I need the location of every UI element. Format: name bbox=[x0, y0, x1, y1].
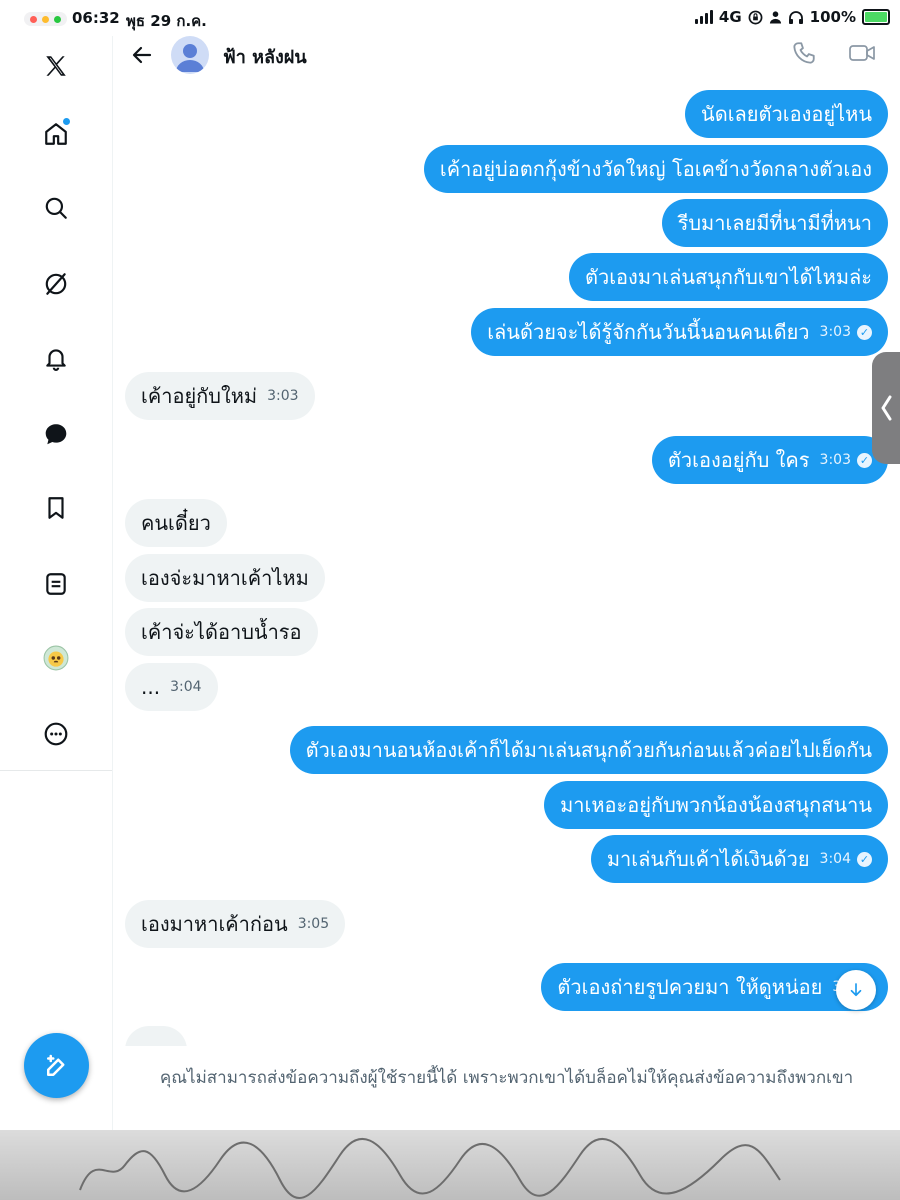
person-icon bbox=[769, 11, 781, 24]
conversation-header: ฟ้า หลังฝน bbox=[113, 36, 900, 88]
message-bubble-outgoing[interactable]: นัดเลยตัวเองอยู่ไหน bbox=[685, 90, 888, 138]
profile-avatar-icon bbox=[43, 645, 69, 671]
nav-more[interactable] bbox=[34, 712, 78, 756]
read-check-icon: ✓ bbox=[857, 851, 872, 867]
message-bubble-outgoing[interactable]: ตัวเองอยู่กับ ใคร 3:03 ✓ bbox=[651, 436, 888, 484]
compose-icon bbox=[46, 1054, 64, 1076]
nav-bookmarks[interactable] bbox=[34, 486, 78, 530]
message-time: 3:03 bbox=[819, 452, 851, 468]
blocked-notice-text: คุณไม่สามารถส่งข้อความถึงผู้ใช้รายนี้ได้… bbox=[159, 1068, 854, 1088]
contact-name[interactable]: ฟ้า หลังฝน bbox=[223, 42, 307, 71]
scroll-to-bottom-button[interactable] bbox=[836, 970, 876, 1010]
message-time: 3:05 bbox=[297, 916, 330, 932]
message-text: เค้าอยู่บ่อตกกุ้งข้างวัดใหญ่ โอเคข้างวัด… bbox=[439, 157, 872, 181]
message-bubble-incoming[interactable]: เค้าจ่ะได้อาบน้ำรอ bbox=[125, 608, 318, 656]
message-bubble-incoming[interactable]: ... 3:04 bbox=[125, 663, 218, 711]
nav-messages[interactable] bbox=[34, 412, 78, 456]
new-message-button[interactable] bbox=[24, 1033, 89, 1098]
message-time: 3:03 bbox=[819, 324, 851, 340]
sidebar-divider bbox=[0, 770, 112, 771]
message-text: เล่นด้วยจะได้รู้จักกันวันนี้นอนคนเดียว bbox=[487, 320, 810, 344]
window-dots[interactable] bbox=[24, 12, 67, 26]
message-text: เค้าจ่ะได้อาบน้ำรอ bbox=[141, 620, 302, 644]
status-date: พุธ 29 ก.ค. bbox=[126, 12, 207, 30]
battery-icon bbox=[862, 9, 890, 25]
message-bubble-incoming[interactable]: เองมาหาเค้าก่อน 3:05 bbox=[125, 900, 346, 948]
message-text: มาเหอะอยู่กับพวกน้องน้องสนุกสนาน bbox=[560, 793, 872, 817]
nav-grok[interactable] bbox=[34, 262, 78, 306]
video-call-button[interactable] bbox=[848, 40, 876, 70]
background-paper bbox=[0, 1130, 900, 1200]
read-check-icon: ✓ bbox=[857, 452, 872, 468]
contact-avatar[interactable] bbox=[171, 36, 209, 74]
message-time: 3:03 bbox=[267, 388, 299, 404]
call-button[interactable] bbox=[791, 40, 817, 70]
nav-lists[interactable] bbox=[34, 562, 78, 606]
message-text: เองมาหาเค้าก่อน bbox=[141, 912, 288, 936]
message-bubble-outgoing[interactable]: มาเหอะอยู่กับพวกน้องน้องสนุกสนาน bbox=[544, 781, 888, 829]
signal-icon bbox=[694, 10, 713, 24]
bookmark-icon bbox=[48, 497, 64, 519]
nav-notifications[interactable] bbox=[34, 336, 78, 380]
screen-lock-icon bbox=[748, 10, 763, 24]
message-time: 3:04 bbox=[170, 679, 202, 695]
message-text: เองจ่ะมาหาเค้าไหม bbox=[141, 566, 309, 590]
message-bubble-outgoing[interactable]: มาเล่นกับเค้าได้เงินด้วย 3:04 ✓ bbox=[590, 835, 888, 883]
message-text: รีบมาเลยมีที่นามีที่หนา bbox=[677, 211, 872, 235]
message-text: คนเดี๋ยว bbox=[141, 511, 211, 535]
side-panel-handle[interactable] bbox=[872, 352, 900, 464]
message-text: ตัวเองอยู่กับ ใคร bbox=[667, 448, 810, 472]
message-bubble-incoming[interactable]: เองจ่ะมาหาเค้าไหม bbox=[125, 554, 325, 602]
message-bubble-incoming[interactable]: เค้าอยู่กับใหม่ 3:03 bbox=[125, 372, 315, 420]
nav-explore[interactable] bbox=[34, 186, 78, 230]
message-text: นัดเลยตัวเองอยู่ไหน bbox=[701, 102, 872, 126]
notification-dot bbox=[63, 118, 70, 125]
sidebar bbox=[0, 36, 113, 1130]
status-time: 06:32 bbox=[72, 9, 120, 27]
message-time: 3:04 bbox=[819, 851, 851, 867]
message-bubble-outgoing[interactable]: ตัวเองมานอนห้องเค้าก็ได้มาเล่นสนุกด้วยกั… bbox=[289, 726, 888, 774]
status-indicators: 4G 100% bbox=[694, 8, 890, 26]
headphones-icon bbox=[788, 10, 803, 24]
nav-home[interactable] bbox=[34, 112, 78, 156]
battery-percent: 100% bbox=[809, 8, 856, 26]
message-text: ... bbox=[141, 675, 161, 699]
video-camera-icon bbox=[849, 45, 875, 61]
message-bubble-outgoing[interactable]: เล่นด้วยจะได้รู้จักกันวันนี้นอนคนเดียว 3… bbox=[471, 308, 888, 356]
message-bubble-outgoing[interactable]: รีบมาเลยมีที่นามีที่หนา bbox=[661, 199, 888, 247]
message-text: เค้าอยู่กับใหม่ bbox=[141, 384, 258, 408]
more-circle-icon bbox=[44, 722, 68, 746]
message-text: ตัวเองมาเล่นสนุกกับเขาได้ไหมล่ะ bbox=[584, 265, 872, 289]
message-text: มาเล่นกับเค้าได้เงินด้วย bbox=[606, 847, 810, 871]
back-arrow-icon bbox=[132, 46, 152, 64]
grok-icon bbox=[45, 273, 67, 295]
chevron-left-icon bbox=[881, 395, 892, 421]
message-bubble-outgoing[interactable]: ตัวเองมาเล่นสนุกกับเขาได้ไหมล่ะ bbox=[568, 253, 888, 301]
phone-icon bbox=[793, 42, 815, 64]
bell-icon bbox=[46, 349, 66, 371]
message-text: ตัวเองถ่ายรูปควยมา ให้ดูหน่อย bbox=[557, 975, 823, 999]
message-bubble-incoming[interactable]: คนเดี๋ยว bbox=[125, 499, 227, 547]
x-logo-icon[interactable] bbox=[34, 44, 78, 88]
search-icon bbox=[45, 197, 67, 219]
list-icon bbox=[46, 573, 66, 595]
network-label: 4G bbox=[718, 8, 742, 26]
arrow-down-icon bbox=[850, 983, 862, 997]
blocked-notice: คุณไม่สามารถส่งข้อความถึงผู้ใช้รายนี้ได้… bbox=[113, 1046, 900, 1130]
message-bubble-outgoing[interactable]: เค้าอยู่บ่อตกกุ้งข้างวัดใหญ่ โอเคข้างวัด… bbox=[423, 145, 888, 193]
read-check-icon: ✓ bbox=[857, 324, 872, 340]
status-bar: 06:32 พุธ 29 ก.ค. 4G 100% bbox=[0, 0, 900, 36]
nav-profile[interactable] bbox=[34, 636, 78, 680]
back-button[interactable] bbox=[127, 40, 157, 70]
message-text: ตัวเองมานอนห้องเค้าก็ได้มาเล่นสนุกด้วยกั… bbox=[305, 738, 872, 762]
chat-bubble-icon bbox=[45, 424, 67, 445]
